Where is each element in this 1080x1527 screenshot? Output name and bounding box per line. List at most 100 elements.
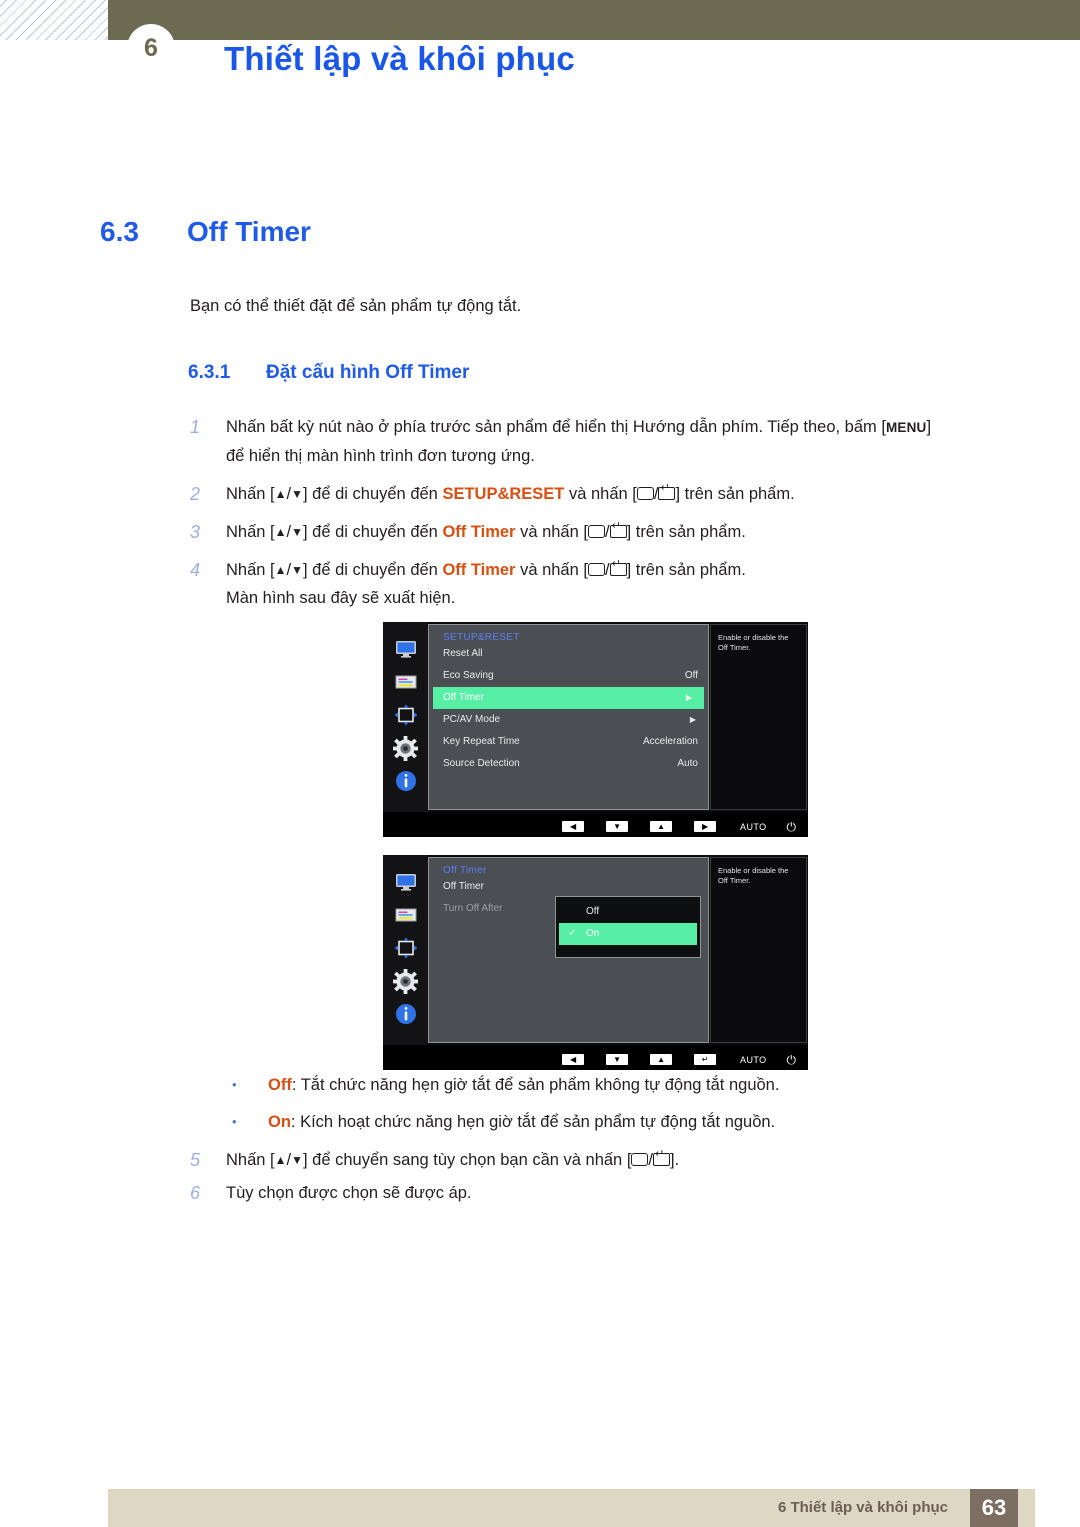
picture-settings-icon[interactable] bbox=[393, 902, 419, 928]
chevron-right-icon: ▶ bbox=[685, 693, 692, 702]
osd-menu-title: Off Timer bbox=[443, 865, 487, 876]
arrow-down-icon: ▼ bbox=[291, 525, 303, 539]
osd-item-value: Acceleration bbox=[642, 736, 698, 747]
list-item: 5 Nhấn [▲/▼] để chuyển sang tùy chọn bạn… bbox=[190, 1146, 1020, 1174]
step-text-part: Nhấn [ bbox=[226, 561, 275, 579]
osd-menu-item-off-timer[interactable]: Off Timer bbox=[429, 876, 708, 898]
nav-auto-label[interactable]: AUTO bbox=[740, 1055, 766, 1065]
step-number: 6 bbox=[190, 1183, 201, 1203]
step-text: Nhấn [▲/▼] để chuyển sang tùy chọn bạn c… bbox=[226, 1146, 1020, 1174]
nav-left-button[interactable]: ◀ bbox=[562, 821, 585, 832]
osd-body: SETUP&RESET Reset All Eco Saving Off Off… bbox=[383, 622, 808, 812]
osd-menu-title: SETUP&RESET bbox=[443, 632, 520, 643]
osd-nav-bar: ◀ ▼ ▲ ↵ AUTO ⏻ bbox=[383, 1049, 808, 1070]
page-title: Thiết lập và khôi phục bbox=[224, 40, 575, 77]
enter-key-icon bbox=[609, 521, 627, 538]
osd-help-panel: Enable or disable the Off Timer. bbox=[710, 857, 807, 1043]
osd-menu-item-key-repeat-time[interactable]: Key Repeat Time Acceleration bbox=[429, 731, 708, 753]
osd-menu-item-eco-saving[interactable]: Eco Saving Off bbox=[429, 665, 708, 687]
step-text-part: và nhấn [ bbox=[564, 485, 637, 503]
osd-menu-panel: SETUP&RESET Reset All Eco Saving Off Off… bbox=[428, 624, 709, 810]
bullet-text: On: Kích hoạt chức năng hẹn giờ tắt để s… bbox=[268, 1109, 775, 1135]
nav-up-button[interactable]: ▲ bbox=[650, 1054, 673, 1065]
subsection-number: 6.3.1 bbox=[188, 362, 231, 383]
osd-menu-item-source-detection[interactable]: Source Detection Auto bbox=[429, 753, 708, 775]
osd-item-label: Turn Off After bbox=[443, 903, 503, 914]
picture-settings-icon[interactable] bbox=[393, 669, 419, 695]
source-key-icon bbox=[587, 563, 605, 576]
step-number: 3 bbox=[190, 522, 201, 542]
nav-up-button[interactable]: ▲ bbox=[650, 821, 673, 832]
gear-icon[interactable] bbox=[393, 735, 419, 761]
source-key-icon bbox=[636, 487, 654, 500]
osd-menu-item-off-timer[interactable]: Off Timer ▶ bbox=[433, 687, 704, 709]
source-key-icon bbox=[587, 525, 605, 538]
arrow-up-icon: ▲ bbox=[274, 1153, 287, 1167]
menu-reference: Off Timer bbox=[442, 523, 516, 541]
step-text-part: ] trên sản phẩm. bbox=[675, 485, 795, 503]
subsection-heading: 6.3.1 Đặt cấu hình Off Timer bbox=[188, 362, 469, 384]
osd-menu-panel: Off Timer Off Timer Turn Off After Off ✓… bbox=[428, 857, 709, 1043]
osd-option-on[interactable]: ✓ On bbox=[559, 923, 697, 945]
osd-help-panel: Enable or disable the Off Timer. bbox=[710, 624, 807, 810]
step-text: Nhấn [▲ / ▼] để di chuyển đến Off Timer và… bbox=[226, 556, 1020, 612]
option-descriptions-list: • Off: Tắt chức năng hẹn giờ tắt để sản … bbox=[228, 1072, 1028, 1146]
step-text-part: ] bbox=[926, 418, 932, 436]
osd-icon-rail bbox=[383, 855, 428, 1045]
position-size-icon[interactable] bbox=[393, 935, 419, 961]
menu-reference: SETUP&RESET bbox=[442, 485, 565, 503]
osd-item-value: Auto bbox=[677, 758, 698, 769]
step-text-part: và nhấn [ bbox=[515, 561, 588, 579]
power-icon[interactable]: ⏻ bbox=[787, 1054, 797, 1066]
step-text-part: Nhấn [ bbox=[226, 523, 275, 541]
step-text-part: Nhấn [ bbox=[226, 485, 275, 503]
nav-auto-label[interactable]: AUTO bbox=[740, 822, 766, 832]
list-item: 1 Nhấn bất kỳ nút nào ở phía trước sản p… bbox=[190, 413, 1020, 470]
osd-item-value: Off bbox=[684, 670, 698, 681]
step-text-part: và nhấn [ bbox=[515, 523, 588, 541]
footer-chapter-label: 6 Thiết lập và khôi phục bbox=[777, 1499, 948, 1516]
osd-menu-item-reset-all[interactable]: Reset All bbox=[429, 643, 708, 665]
osd-option-label: Off bbox=[586, 906, 600, 917]
osd-body: Off Timer Off Timer Turn Off After Off ✓… bbox=[383, 855, 808, 1045]
arrow-down-icon: ▼ bbox=[291, 563, 303, 577]
nav-enter-button[interactable]: ↵ bbox=[694, 1054, 717, 1065]
nav-right-button[interactable]: ▶ bbox=[694, 821, 717, 832]
osd-item-label: Key Repeat Time bbox=[443, 736, 520, 747]
osd-option-off[interactable]: Off bbox=[556, 901, 700, 923]
step-text-part: ] trên sản phẩm. bbox=[626, 523, 746, 541]
osd-item-label: Reset All bbox=[443, 648, 483, 659]
gear-icon[interactable] bbox=[393, 968, 419, 994]
osd-icon-rail bbox=[383, 622, 428, 812]
information-icon[interactable] bbox=[393, 768, 419, 794]
enter-key-icon bbox=[653, 1149, 670, 1166]
checkmark-icon: ✓ bbox=[568, 928, 577, 939]
monitor-icon[interactable] bbox=[393, 869, 419, 895]
header-bar bbox=[108, 0, 1080, 40]
nav-down-button[interactable]: ▼ bbox=[606, 1054, 629, 1065]
nav-down-button[interactable]: ▼ bbox=[606, 821, 629, 832]
arrow-up-icon: ▲ bbox=[274, 525, 287, 539]
osd-menu-item-pc-av-mode[interactable]: PC/AV Mode ▶ bbox=[429, 709, 708, 731]
list-item: • Off: Tắt chức năng hẹn giờ tắt để sản … bbox=[228, 1072, 1028, 1098]
option-description: : Tắt chức năng hẹn giờ tắt để sản phẩm … bbox=[291, 1076, 780, 1094]
list-item: 6 Tùy chọn được chọn sẽ được áp. bbox=[190, 1179, 1020, 1207]
step-line: Màn hình sau đây sẽ xuất hiện. bbox=[226, 589, 456, 607]
menu-reference: Off Timer bbox=[442, 561, 516, 579]
section-intro-text: Bạn có thể thiết đặt để sản phẩm tự động… bbox=[190, 297, 522, 315]
arrow-up-icon: ▲ bbox=[274, 487, 287, 501]
slash-separator: / bbox=[604, 561, 610, 579]
osd-screenshot-setup-reset: SETUP&RESET Reset All Eco Saving Off Off… bbox=[383, 622, 808, 837]
position-size-icon[interactable] bbox=[393, 702, 419, 728]
step-number: 2 bbox=[190, 484, 201, 504]
menu-key-label: MENU bbox=[885, 420, 927, 435]
osd-item-label: Off Timer bbox=[443, 692, 484, 703]
monitor-icon[interactable] bbox=[393, 636, 419, 662]
power-icon[interactable]: ⏻ bbox=[787, 821, 797, 833]
osd-help-line: Off Timer. bbox=[718, 643, 751, 652]
information-icon[interactable] bbox=[393, 1001, 419, 1027]
list-item: • On: Kích hoạt chức năng hẹn giờ tắt để… bbox=[228, 1109, 1028, 1135]
step-text-part: ] để di chuyển đến bbox=[303, 523, 443, 541]
nav-left-button[interactable]: ◀ bbox=[562, 1054, 585, 1065]
step-text-part: ] để di chuyển đến bbox=[303, 561, 443, 579]
